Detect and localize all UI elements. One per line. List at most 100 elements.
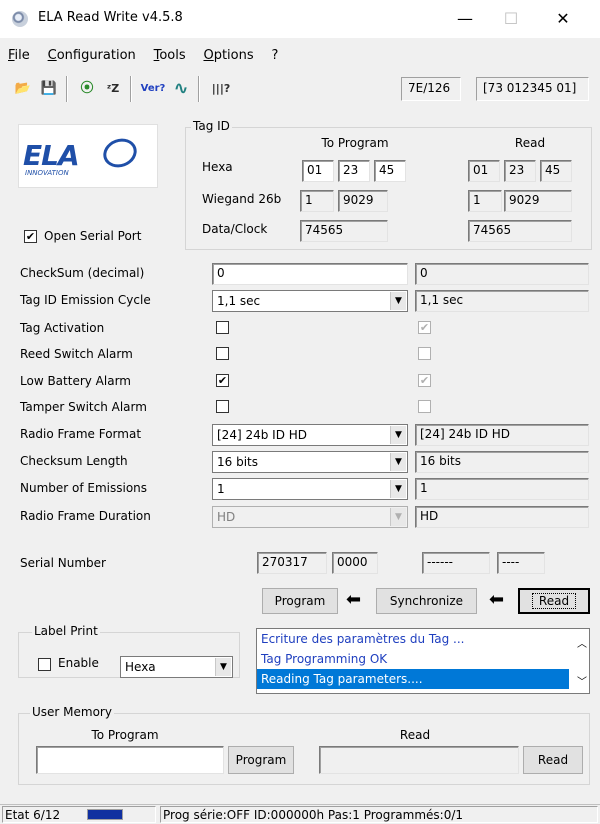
chevron-down-icon[interactable]: ▼ <box>215 658 231 676</box>
checksum-label: CheckSum (decimal) <box>20 266 145 280</box>
read-button[interactable]: Read <box>518 588 590 614</box>
menu-file[interactable]: File <box>8 48 30 63</box>
menu-tools[interactable]: Tools <box>154 48 186 63</box>
log-list[interactable]: Ecriture des paramètres du Tag ... Tag P… <box>256 628 590 694</box>
open-file-icon[interactable]: 📂 <box>12 78 34 100</box>
tag-id-group-title: Tag ID <box>191 119 232 133</box>
arrow-left-icon: ⬅ <box>489 589 505 610</box>
minimize-button[interactable]: — <box>442 6 488 32</box>
wiegand-label: Wiegand 26b <box>202 192 282 206</box>
log-line-selected[interactable]: Reading Tag parameters.... <box>257 669 569 689</box>
frame-duration-label: Radio Frame Duration <box>20 509 151 523</box>
frame-format-label: Radio Frame Format <box>20 427 142 441</box>
label-print-title: Label Print <box>32 624 100 638</box>
read-wiegand-facility-field: 1 <box>468 190 502 212</box>
serial-number-prog-1: 270317 <box>257 552 327 574</box>
low-battery-label: Low Battery Alarm <box>20 374 131 388</box>
checksum-length-label: Checksum Length <box>20 454 128 468</box>
ela-logo: ELA INNOVATION <box>18 124 158 188</box>
window-title: ELA Read Write v4.5.8 <box>38 10 183 25</box>
program-button[interactable]: Program <box>262 588 338 614</box>
maximize-button: ☐ <box>503 9 519 28</box>
barcode-icon[interactable]: |||? <box>206 78 236 100</box>
signal-wave-icon[interactable]: ∿ <box>170 78 192 100</box>
status-progress-bar <box>87 809 123 820</box>
arrow-left-icon: ⬅ <box>346 589 362 610</box>
checksum-input[interactable]: 0 <box>212 263 408 285</box>
prog-hexa-byte-3-input[interactable]: 45 <box>374 160 406 182</box>
label-print-format-select[interactable]: Hexa ▼ <box>120 656 233 678</box>
emissions-select[interactable]: 1 ▼ <box>212 478 408 500</box>
frame-duration-read-field: HD <box>415 506 589 528</box>
checksum-read-field: 0 <box>415 263 589 285</box>
prog-dataclock-field: 74565 <box>300 220 388 242</box>
tag-activation-label: Tag Activation <box>20 321 105 335</box>
reed-switch-label: Reed Switch Alarm <box>20 347 133 361</box>
reed-switch-checkbox[interactable] <box>216 347 229 360</box>
prog-wiegand-facility-field: 1 <box>300 190 334 212</box>
save-file-icon[interactable]: 💾 <box>38 78 60 100</box>
emissions-read-field: 1 <box>415 478 589 500</box>
frame-duration-select: HD ▼ <box>212 506 408 528</box>
emission-cycle-label: Tag ID Emission Cycle <box>20 293 151 307</box>
serial-number-label: Serial Number <box>20 556 106 570</box>
chevron-down-icon[interactable]: ▼ <box>390 292 406 310</box>
chevron-down-icon[interactable]: ▼ <box>390 453 406 471</box>
emissions-label: Number of Emissions <box>20 481 148 495</box>
open-serial-port-label: Open Serial Port <box>44 229 142 243</box>
logo-emblem-icon <box>99 134 141 172</box>
log-line[interactable]: Tag Programming OK <box>257 649 569 669</box>
close-button[interactable]: ✕ <box>540 6 586 32</box>
status-info-pane: Prog série:OFF ID:000000h Pas:1 Programm… <box>160 806 598 823</box>
log-line[interactable]: Ecriture des paramètres du Tag ... <box>257 629 569 649</box>
status-state-pane: Etat 6/12 <box>2 806 156 823</box>
read-hexa-byte-1-field: 01 <box>468 160 500 182</box>
user-memory-program-input[interactable] <box>36 746 224 774</box>
scroll-up-icon[interactable]: ︿ <box>577 635 587 650</box>
synchronize-button[interactable]: Synchronize <box>376 588 477 614</box>
user-memory-read-field <box>319 746 519 774</box>
prog-wiegand-code-field: 9029 <box>338 190 388 212</box>
prog-hexa-byte-2-input[interactable]: 23 <box>338 160 370 182</box>
label-print-enable-label: Enable <box>58 656 99 670</box>
menu-bar: File Configuration Tools Options ? <box>8 48 292 68</box>
status-progress-fill <box>88 810 122 819</box>
checksum-length-select[interactable]: 16 bits ▼ <box>212 451 408 473</box>
label-print-enable-checkbox[interactable] <box>38 658 51 671</box>
prog-hexa-byte-1-input[interactable]: 01 <box>302 160 334 182</box>
menu-options[interactable]: Options <box>203 48 253 63</box>
tag-type-indicator: 7E/126 <box>401 77 461 101</box>
tamper-switch-read-checkbox <box>418 400 431 413</box>
tag-activation-checkbox[interactable] <box>216 321 229 334</box>
menu-configuration[interactable]: Configuration <box>48 48 136 63</box>
user-memory-read-header: Read <box>399 728 431 742</box>
read-hexa-byte-3-field: 45 <box>540 160 572 182</box>
tag-id-indicator: [73 012345 01] <box>476 77 589 101</box>
low-battery-read-checkbox: ✔ <box>418 374 431 387</box>
sleep-icon[interactable]: ᶻZ <box>102 78 124 100</box>
checksum-length-read-field: 16 bits <box>415 451 589 473</box>
radio-antenna-icon[interactable]: ⦿ <box>76 78 98 100</box>
scroll-down-icon[interactable]: ﹀ <box>577 673 587 688</box>
low-battery-checkbox[interactable]: ✔ <box>216 374 229 387</box>
chevron-down-icon[interactable]: ▼ <box>390 426 406 444</box>
logo-text: ELA <box>23 139 80 172</box>
frame-format-read-field: [24] 24b ID HD <box>415 424 589 446</box>
dataclock-label: Data/Clock <box>202 222 268 236</box>
menu-help[interactable]: ? <box>271 48 278 63</box>
tamper-switch-checkbox[interactable] <box>216 400 229 413</box>
chevron-down-icon[interactable]: ▼ <box>390 480 406 498</box>
frame-format-select[interactable]: [24] 24b ID HD ▼ <box>212 424 408 446</box>
title-bar[interactable]: ELA Read Write v4.5.8 — ☐ ✕ <box>0 0 600 38</box>
chevron-down-icon: ▼ <box>390 508 406 526</box>
emission-cycle-select[interactable]: 1,1 sec ▼ <box>212 290 408 312</box>
tag-id-read-header: Read <box>514 136 546 150</box>
user-memory-read-button[interactable]: Read <box>523 746 583 774</box>
version-icon[interactable]: Ver? <box>138 78 168 100</box>
open-serial-port-checkbox[interactable]: ✔ <box>24 230 37 243</box>
toolbar-separator <box>198 76 200 102</box>
user-memory-program-button[interactable]: Program <box>228 746 294 774</box>
read-hexa-byte-2-field: 23 <box>504 160 536 182</box>
app-icon <box>12 11 28 27</box>
emission-cycle-read-field: 1,1 sec <box>415 290 589 312</box>
